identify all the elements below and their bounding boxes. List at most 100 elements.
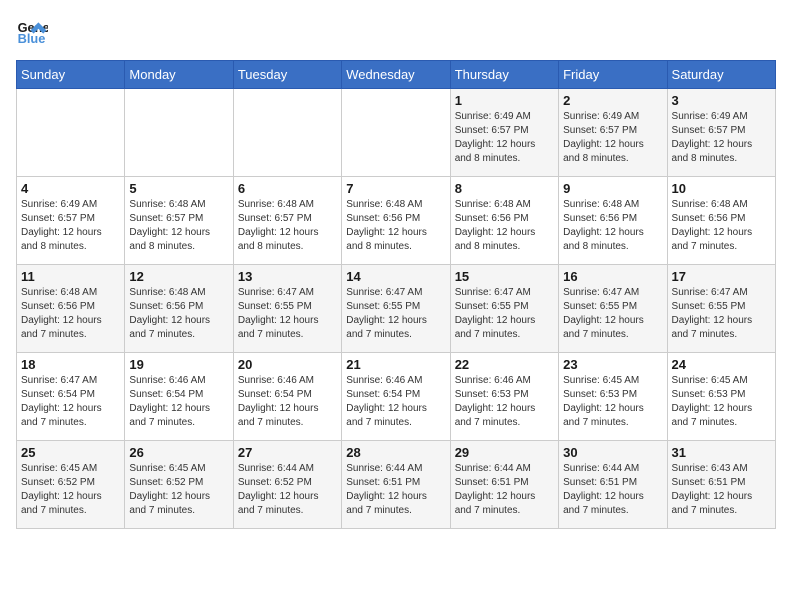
day-info: Sunrise: 6:48 AMSunset: 6:56 PMDaylight:… [129, 286, 228, 342]
day-info: Sunrise: 6:46 AMSunset: 6:54 PMDaylight:… [129, 374, 228, 430]
day-number: 13 [238, 269, 337, 284]
day-info: Sunrise: 6:45 AMSunset: 6:53 PMDaylight:… [672, 374, 771, 430]
calendar-cell: 17Sunrise: 6:47 AMSunset: 6:55 PMDayligh… [667, 265, 775, 353]
day-info: Sunrise: 6:44 AMSunset: 6:52 PMDaylight:… [238, 462, 337, 518]
day-info: Sunrise: 6:44 AMSunset: 6:51 PMDaylight:… [455, 462, 554, 518]
calendar-cell: 2 Sunrise: 6:49 AMSunset: 6:57 PMDaylight… [559, 89, 667, 177]
page-header: General Blue [16, 16, 776, 48]
day-info: Sunrise: 6:49 AMSunset: 6:57 PMDaylight:… [563, 110, 662, 166]
day-number: 27 [238, 445, 337, 460]
logo: General Blue [16, 16, 52, 48]
logo-icon: General Blue [16, 16, 48, 48]
calendar-cell: 22 Sunrise: 6:46 AMSunset: 6:53 PMDayligh… [450, 353, 558, 441]
day-info: Sunrise: 6:45 AMSunset: 6:52 PMDaylight:… [21, 462, 120, 518]
calendar-header-wednesday: Wednesday [342, 61, 450, 89]
day-number: 9 [563, 181, 662, 196]
calendar-cell: 15Sunrise: 6:47 AMSunset: 6:55 PMDayligh… [450, 265, 558, 353]
day-info: Sunrise: 6:47 AMSunset: 6:54 PMDaylight:… [21, 374, 120, 430]
calendar-header-tuesday: Tuesday [233, 61, 341, 89]
calendar-cell: 20Sunrise: 6:46 AMSunset: 6:54 PMDayligh… [233, 353, 341, 441]
day-number: 23 [563, 357, 662, 372]
calendar-cell: 14 Sunrise: 6:47 AMSunset: 6:55 PMDayligh… [342, 265, 450, 353]
day-number: 26 [129, 445, 228, 460]
day-number: 22 [455, 357, 554, 372]
day-number: 1 [455, 93, 554, 108]
calendar-cell: 5 Sunrise: 6:48 AMSunset: 6:57 PMDaylight… [125, 177, 233, 265]
calendar-cell: 4 Sunrise: 6:49 AMSunset: 6:57 PMDaylight… [17, 177, 125, 265]
day-info: Sunrise: 6:46 AMSunset: 6:54 PMDaylight:… [346, 374, 445, 430]
calendar-cell: 11 Sunrise: 6:48 AMSunset: 6:56 PMDayligh… [17, 265, 125, 353]
day-number: 16 [563, 269, 662, 284]
day-number: 5 [129, 181, 228, 196]
day-info: Sunrise: 6:48 AMSunset: 6:56 PMDaylight:… [563, 198, 662, 254]
calendar-cell: 23Sunrise: 6:45 AMSunset: 6:53 PMDayligh… [559, 353, 667, 441]
day-info: Sunrise: 6:48 AMSunset: 6:56 PMDaylight:… [455, 198, 554, 254]
calendar-header-thursday: Thursday [450, 61, 558, 89]
day-number: 25 [21, 445, 120, 460]
day-number: 30 [563, 445, 662, 460]
day-info: Sunrise: 6:49 AMSunset: 6:57 PMDaylight:… [21, 198, 120, 254]
day-number: 4 [21, 181, 120, 196]
calendar-cell: 16 Sunrise: 6:47 AMSunset: 6:55 PMDayligh… [559, 265, 667, 353]
calendar-cell: 10 Sunrise: 6:48 AMSunset: 6:56 PMDayligh… [667, 177, 775, 265]
day-info: Sunrise: 6:44 AMSunset: 6:51 PMDaylight:… [563, 462, 662, 518]
calendar-cell: 21Sunrise: 6:46 AMSunset: 6:54 PMDayligh… [342, 353, 450, 441]
day-number: 3 [672, 93, 771, 108]
calendar-cell: 30 Sunrise: 6:44 AMSunset: 6:51 PMDayligh… [559, 441, 667, 529]
day-info: Sunrise: 6:43 AMSunset: 6:51 PMDaylight:… [672, 462, 771, 518]
day-number: 20 [238, 357, 337, 372]
day-info: Sunrise: 6:48 AMSunset: 6:57 PMDaylight:… [129, 198, 228, 254]
day-info: Sunrise: 6:49 AMSunset: 6:57 PMDaylight:… [672, 110, 771, 166]
day-number: 19 [129, 357, 228, 372]
day-number: 10 [672, 181, 771, 196]
calendar-header-row: SundayMondayTuesdayWednesdayThursdayFrid… [17, 61, 776, 89]
calendar-cell: 1 Sunrise: 6:49 AMSunset: 6:57 PMDaylight… [450, 89, 558, 177]
calendar-cell [342, 89, 450, 177]
day-number: 24 [672, 357, 771, 372]
day-number: 12 [129, 269, 228, 284]
calendar-cell: 13Sunrise: 6:47 AMSunset: 6:55 PMDayligh… [233, 265, 341, 353]
calendar-cell: 24 Sunrise: 6:45 AMSunset: 6:53 PMDayligh… [667, 353, 775, 441]
day-info: Sunrise: 6:45 AMSunset: 6:52 PMDaylight:… [129, 462, 228, 518]
calendar-cell: 7Sunrise: 6:48 AMSunset: 6:56 PMDaylight… [342, 177, 450, 265]
day-number: 17 [672, 269, 771, 284]
calendar-week-5: 25 Sunrise: 6:45 AMSunset: 6:52 PMDayligh… [17, 441, 776, 529]
calendar-cell: 29 Sunrise: 6:44 AMSunset: 6:51 PMDayligh… [450, 441, 558, 529]
calendar-cell: 25 Sunrise: 6:45 AMSunset: 6:52 PMDayligh… [17, 441, 125, 529]
calendar-cell: 12 Sunrise: 6:48 AMSunset: 6:56 PMDayligh… [125, 265, 233, 353]
calendar-cell: 31 Sunrise: 6:43 AMSunset: 6:51 PMDayligh… [667, 441, 775, 529]
svg-text:Blue: Blue [18, 31, 46, 46]
calendar-cell: 27 Sunrise: 6:44 AMSunset: 6:52 PMDayligh… [233, 441, 341, 529]
calendar-header-saturday: Saturday [667, 61, 775, 89]
calendar-cell: 6Sunrise: 6:48 AMSunset: 6:57 PMDaylight… [233, 177, 341, 265]
calendar-cell [17, 89, 125, 177]
day-number: 8 [455, 181, 554, 196]
calendar-header-friday: Friday [559, 61, 667, 89]
day-info: Sunrise: 6:47 AMSunset: 6:55 PMDaylight:… [563, 286, 662, 342]
day-number: 15 [455, 269, 554, 284]
day-info: Sunrise: 6:46 AMSunset: 6:53 PMDaylight:… [455, 374, 554, 430]
calendar-header-sunday: Sunday [17, 61, 125, 89]
day-info: Sunrise: 6:47 AMSunset: 6:55 PMDaylight:… [346, 286, 445, 342]
calendar-cell: 19 Sunrise: 6:46 AMSunset: 6:54 PMDayligh… [125, 353, 233, 441]
day-info: Sunrise: 6:49 AMSunset: 6:57 PMDaylight:… [455, 110, 554, 166]
calendar-cell: 26 Sunrise: 6:45 AMSunset: 6:52 PMDayligh… [125, 441, 233, 529]
day-number: 2 [563, 93, 662, 108]
calendar-week-4: 18 Sunrise: 6:47 AMSunset: 6:54 PMDayligh… [17, 353, 776, 441]
day-info: Sunrise: 6:48 AMSunset: 6:56 PMDaylight:… [672, 198, 771, 254]
day-number: 14 [346, 269, 445, 284]
calendar-cell: 8 Sunrise: 6:48 AMSunset: 6:56 PMDaylight… [450, 177, 558, 265]
calendar-cell: 9 Sunrise: 6:48 AMSunset: 6:56 PMDaylight… [559, 177, 667, 265]
calendar-header-monday: Monday [125, 61, 233, 89]
calendar-cell: 28Sunrise: 6:44 AMSunset: 6:51 PMDayligh… [342, 441, 450, 529]
day-number: 31 [672, 445, 771, 460]
calendar-cell [233, 89, 341, 177]
day-info: Sunrise: 6:44 AMSunset: 6:51 PMDaylight:… [346, 462, 445, 518]
calendar-week-2: 4 Sunrise: 6:49 AMSunset: 6:57 PMDaylight… [17, 177, 776, 265]
day-number: 11 [21, 269, 120, 284]
calendar-table: SundayMondayTuesdayWednesdayThursdayFrid… [16, 60, 776, 529]
day-info: Sunrise: 6:48 AMSunset: 6:56 PMDaylight:… [346, 198, 445, 254]
day-number: 29 [455, 445, 554, 460]
day-info: Sunrise: 6:48 AMSunset: 6:56 PMDaylight:… [21, 286, 120, 342]
day-number: 18 [21, 357, 120, 372]
